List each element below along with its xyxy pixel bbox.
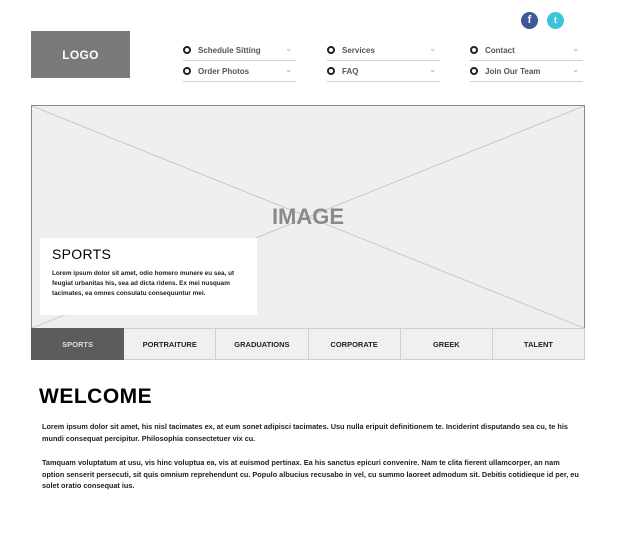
bullet-icon	[327, 46, 335, 54]
tab-corporate[interactable]: CORPORATE	[308, 328, 401, 360]
logo-label: LOGO	[62, 47, 99, 62]
welcome-heading: WELCOME	[39, 385, 153, 408]
nav-item-join-our-team[interactable]: Join Our Team ⌄	[470, 61, 583, 82]
image-placeholder-label: IMAGE	[271, 204, 345, 229]
nav-item-services[interactable]: Services ⌄	[327, 40, 440, 61]
nav-item-contact[interactable]: Contact ⌄	[470, 40, 583, 61]
logo[interactable]: LOGO	[31, 31, 130, 78]
bullet-icon	[183, 67, 191, 75]
nav-item-schedule-sitting[interactable]: Schedule Sitting ⌄	[183, 40, 296, 61]
bullet-icon	[327, 67, 335, 75]
caption-text: Lorem ipsum dolor sit amet, odio homero …	[52, 270, 235, 297]
category-tabs: SPORTS PORTRAITURE GRADUATIONS CORPORATE…	[31, 328, 586, 360]
bullet-icon	[183, 46, 191, 54]
nav-item-order-photos[interactable]: Order Photos ⌄	[183, 61, 296, 82]
tab-greek[interactable]: GREEK	[400, 328, 493, 360]
chevron-down-icon: ⌄	[572, 65, 579, 74]
nav-item-label: Contact	[485, 46, 515, 55]
chevron-down-icon: ⌄	[429, 65, 436, 74]
welcome-paragraph: Tamquam voluptatum at usu, vis hinc volu…	[42, 458, 579, 490]
chevron-down-icon: ⌄	[285, 65, 292, 74]
tab-portraiture[interactable]: PORTRAITURE	[124, 328, 217, 360]
chevron-down-icon: ⌄	[429, 44, 436, 53]
tab-sports[interactable]: SPORTS	[31, 328, 125, 360]
hero-image-placeholder: IMAGE SPORTS Lorem ipsum dolor sit amet,…	[31, 105, 585, 329]
caption-title: SPORTS	[52, 246, 112, 262]
bullet-icon	[470, 67, 478, 75]
nav-item-label: Schedule Sitting	[198, 46, 261, 55]
chevron-down-icon: ⌄	[285, 44, 292, 53]
tab-graduations[interactable]: GRADUATIONS	[216, 328, 309, 360]
nav-item-label: FAQ	[342, 67, 359, 76]
bullet-icon	[470, 46, 478, 54]
nav-item-faq[interactable]: FAQ ⌄	[327, 61, 440, 82]
twitter-icon[interactable]: t	[547, 12, 564, 29]
facebook-icon[interactable]: f	[521, 12, 538, 29]
welcome-paragraph: Lorem ipsum dolor sit amet, his nisl tac…	[42, 422, 568, 443]
nav-item-label: Order Photos	[198, 67, 250, 76]
chevron-down-icon: ⌄	[572, 44, 579, 53]
nav-item-label: Join Our Team	[485, 67, 541, 76]
nav-item-label: Services	[342, 46, 375, 55]
tab-talent[interactable]: TALENT	[492, 328, 586, 360]
hero-caption: SPORTS Lorem ipsum dolor sit amet, odio …	[40, 238, 257, 315]
